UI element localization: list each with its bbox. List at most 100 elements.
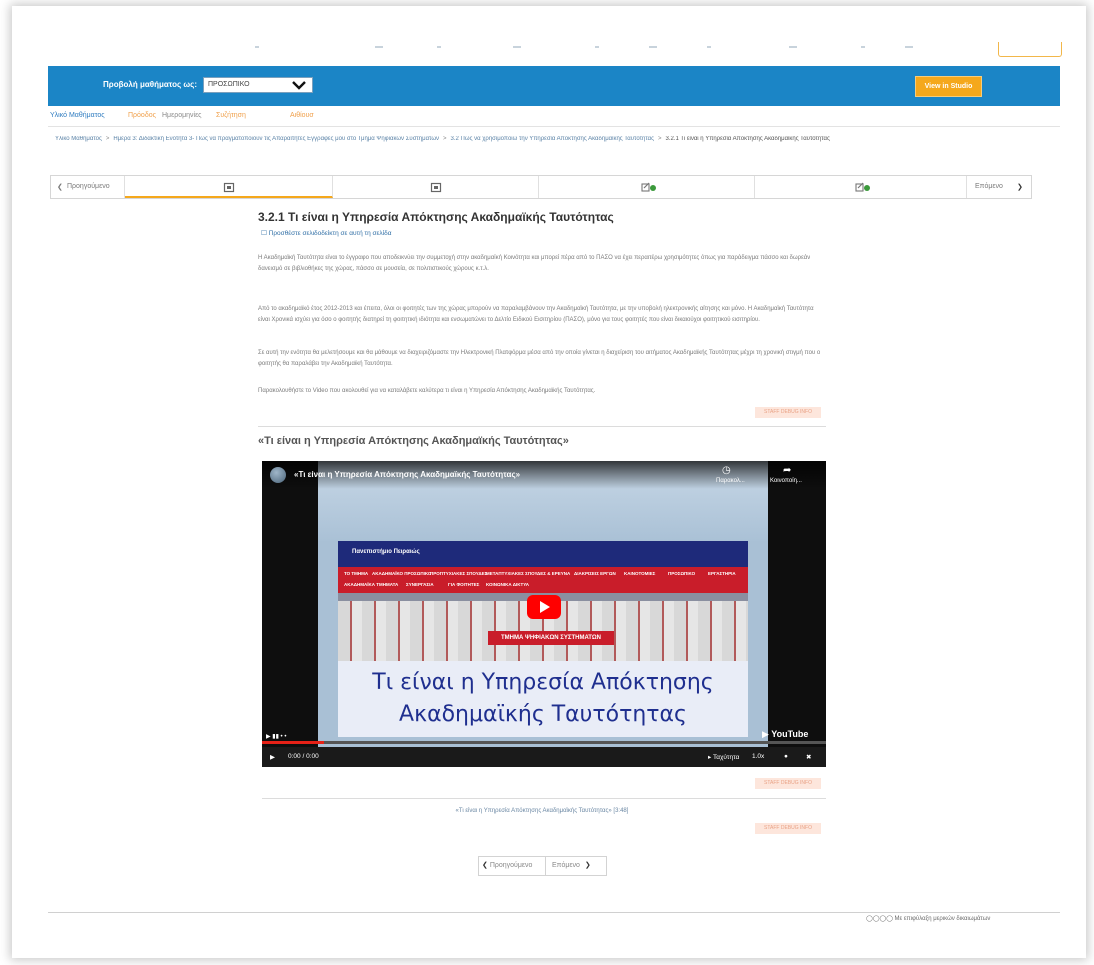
video-player[interactable]: Πανεπιστήμιο Πειραιώς ΤΟ ΤΜΗΜΑ ΑΚΑΔΗΜΑΪΚ… bbox=[262, 461, 826, 767]
breadcrumb-separator: > bbox=[105, 136, 110, 142]
site-menu-item: ΜΕΤΑΠΤΥΧΙΑΚΕΣ ΣΠΟΥΔΕΣ & ΕΡΕΥΝΑ bbox=[486, 571, 571, 576]
problem-complete-icon bbox=[854, 182, 870, 192]
youtube-play-icon: ▶ bbox=[762, 729, 769, 739]
view-in-studio-button[interactable]: View in Studio bbox=[915, 76, 982, 97]
course-tabs: Υλικό Μαθήματος Πρόοδος Ημερομηνίες Συζή… bbox=[48, 106, 1060, 127]
scrubber-time: ▶ ▮▮ • • bbox=[266, 734, 287, 740]
youtube-logo-text: YouTube bbox=[771, 729, 809, 739]
pager-next-label: Επόμενο bbox=[552, 862, 580, 869]
tab-discussion[interactable]: Συζήτηση bbox=[216, 112, 246, 119]
play-icon[interactable]: ▶ bbox=[270, 753, 275, 761]
tab-wiki[interactable]: Αιθίουσ bbox=[290, 112, 314, 119]
sequence-tab-unit-2[interactable] bbox=[333, 176, 539, 198]
tab-dates[interactable]: Ημερομηνίες bbox=[162, 112, 202, 119]
site-header: Πανεπιστήμιο Πειραιώς bbox=[338, 541, 748, 567]
transcript-label: Ταχύτητα bbox=[712, 754, 740, 761]
site-menu-item: ΠΡΟΣΩΠΙΚΟ bbox=[668, 571, 696, 576]
video-unit-icon bbox=[430, 182, 441, 193]
site-menu-item: ΓΙΑ ΦΟΙΤΗΤΕΣ bbox=[448, 582, 480, 587]
fullscreen-icon[interactable]: ✖ bbox=[806, 753, 811, 761]
divider bbox=[258, 426, 826, 427]
video-progress-fill bbox=[262, 741, 325, 744]
footer-divider bbox=[48, 912, 1060, 913]
channel-avatar[interactable] bbox=[270, 467, 286, 483]
chevron-left-icon: ❮ bbox=[482, 862, 488, 869]
breadcrumb-separator: > bbox=[443, 136, 447, 142]
tab-course[interactable]: Υλικό Μαθήματος bbox=[50, 112, 105, 119]
video-unit-icon bbox=[223, 182, 234, 193]
volume-icon[interactable]: ● bbox=[784, 753, 788, 760]
view-as-select[interactable]: ΠΡΟΣΩΠΙΚΟ bbox=[203, 77, 313, 93]
tab-progress[interactable]: Πρόοδος bbox=[128, 112, 156, 119]
department-label: ΤΜΗΜΑ ΨΗΦΙΑΚΩΝ ΣΥΣΤΗΜΑΤΩΝ bbox=[488, 631, 614, 645]
transcript-toggle[interactable]: ▸ Ταχύτητα bbox=[708, 753, 739, 761]
sequence-tab-unit-4[interactable] bbox=[755, 176, 967, 198]
sequence-next-button[interactable]: Επόμενο ❯ bbox=[967, 176, 1031, 198]
chevron-right-icon: ❯ bbox=[1017, 184, 1023, 191]
view-as-label: Προβολή μαθήματος ως: bbox=[103, 80, 197, 89]
paragraph: Παρακολουθήστε το Video που ακολουθεί γι… bbox=[258, 388, 596, 394]
speed-button[interactable]: 1.0x bbox=[752, 753, 764, 760]
sequence-tab-unit-1[interactable] bbox=[125, 176, 333, 198]
breadcrumb: Υλικό Μαθήματος > Ημέρα 3: Διδακτική Ενότη… bbox=[55, 136, 1035, 152]
sequence-next-label: Επόμενο bbox=[975, 183, 1003, 190]
site-menu-item: ΠΡΟΠΤΥΧΙΑΚΕΣ ΣΠΟΥΔΕΣ bbox=[430, 571, 488, 576]
breadcrumb-current: 3.2.1 Τι είναι η Υπηρεσία Απόκτησης Ακαδ… bbox=[665, 136, 830, 142]
creative-commons-icon: ◯◯◯◯ bbox=[866, 916, 893, 922]
site-menu-item: ΕΡΓΑΣΤΗΡΙΑ bbox=[708, 571, 736, 576]
share-button[interactable]: Κοινοποίη... bbox=[770, 478, 802, 484]
sequence-tab-unit-3[interactable] bbox=[539, 176, 755, 198]
watch-later-button[interactable]: Παρακολ... bbox=[716, 478, 745, 484]
divider bbox=[262, 798, 826, 799]
bookmark-label: Προσθέστε σελιδοδείκτη σε αυτή τη σελίδα bbox=[268, 230, 392, 237]
site-menu-item: ΚΟΙΝΩΝΙΚΑ ΔΙΚΤΥΑ bbox=[486, 582, 530, 587]
staff-debug-button[interactable]: STAFF DEBUG INFO bbox=[755, 823, 821, 834]
chevron-left-icon: ❮ bbox=[57, 184, 63, 191]
paragraph: Η Ακαδημαϊκή Ταυτότητα είναι το έγγραφο … bbox=[258, 255, 811, 272]
site-menu-item: ΣΥΝΕΡΓΑΣΙΑ bbox=[406, 582, 434, 587]
site-menu-item: ΑΚΑΔΗΜΑΪΚΟ ΠΡΟΣΩΠΙΚΟ bbox=[372, 571, 432, 576]
staff-debug-button[interactable]: STAFF DEBUG INFO bbox=[755, 778, 821, 789]
unit-title: 3.2.1 Τι είναι η Υπηρεσία Απόκτησης Ακαδ… bbox=[258, 210, 614, 224]
staff-debug-button[interactable]: STAFF DEBUG INFO bbox=[755, 407, 821, 418]
view-as-value: ΠΡΟΣΩΠΙΚΟ bbox=[208, 81, 250, 88]
bookmark-button[interactable]: ☐ Προσθέστε σελιδοδείκτη σε αυτή τη σελί… bbox=[261, 229, 391, 237]
video-progress-bar[interactable] bbox=[262, 741, 826, 744]
chevron-right-icon: ❯ bbox=[584, 862, 591, 869]
top-nav-strip bbox=[245, 43, 1025, 51]
video-transcript-link[interactable]: «Τι είναι η Υπηρεσία Απόκτησης Ακαδημαϊκ… bbox=[258, 808, 826, 814]
breadcrumb-link[interactable]: Ημέρα 3: Διδακτική Ενότητα 3- Πώς να πρα… bbox=[113, 136, 439, 142]
site-menu-item: ΔΙΑΚΡΙΣΕΙΣ ΕΡΓΩΝ bbox=[574, 571, 616, 576]
youtube-video-title[interactable]: «Τι είναι η Υπηρεσία Απόκτησης Ακαδημαϊκ… bbox=[294, 470, 520, 479]
footer-license[interactable]: ◯◯◯◯ Με επιφύλαξη μερικών δικαιωμάτων bbox=[866, 915, 990, 922]
license-label: Με επιφύλαξη μερικών δικαιωμάτων bbox=[894, 916, 991, 922]
video-time: 0:00 / 0:00 bbox=[288, 753, 319, 760]
pager-prev-button[interactable]: ❮ Προηγούμενο bbox=[478, 856, 546, 876]
paragraph: Σε αυτή την ενότητα θα μελετήσουμε και θ… bbox=[258, 350, 821, 367]
clock-icon: ◷ bbox=[722, 465, 731, 476]
chevron-down-icon bbox=[292, 81, 306, 90]
site-menu-item: ΤΟ ΤΜΗΜΑ bbox=[344, 571, 369, 576]
breadcrumb-separator: > bbox=[657, 136, 662, 142]
share-icon: ➦ bbox=[783, 465, 792, 476]
sequence-nav: ❮ Προηγούμενο Επόμενο ❯ bbox=[50, 175, 1032, 199]
breadcrumb-link[interactable]: 3.2 Πώς να χρησιμοποιώ την Υπηρεσία Απόκ… bbox=[451, 136, 654, 142]
pager-next-button[interactable]: Επόμενο ❯ bbox=[545, 856, 607, 876]
site-menu-item: ΚΑΙΝΟΤΟΜΙΕΣ bbox=[624, 571, 656, 576]
site-menu: ΤΟ ΤΜΗΜΑ ΑΚΑΔΗΜΑΪΚΟ ΠΡΟΣΩΠΙΚΟ ΠΡΟΠΤΥΧΙΑΚ… bbox=[338, 567, 748, 593]
sequence-prev-label: Προηγούμενο bbox=[67, 183, 110, 190]
bookmark-icon: ☐ bbox=[261, 230, 267, 237]
youtube-logo[interactable]: ▶ YouTube bbox=[762, 729, 808, 740]
breadcrumb-link[interactable]: Υλικό Μαθήματος bbox=[55, 136, 102, 142]
youtube-play-button[interactable] bbox=[527, 595, 561, 619]
sequence-prev-button[interactable]: ❮ Προηγούμενο bbox=[51, 176, 125, 198]
video-caption-text: Τι είναι η Υπηρεσία Απόκτησης Ακαδημαϊκή… bbox=[338, 661, 748, 737]
account-menu-button[interactable] bbox=[998, 42, 1062, 57]
site-menu-item: ΑΚΑΔΗΜΑΪΚΑ ΤΜΗΜΑΤΑ bbox=[344, 582, 399, 587]
video-heading: «Τι είναι η Υπηρεσία Απόκτησης Ακαδημαϊκ… bbox=[258, 435, 569, 447]
paragraph: Από το ακαδημαϊκό έτος 2012-2013 και έπε… bbox=[258, 306, 814, 323]
problem-complete-icon bbox=[640, 182, 656, 192]
pager-prev-label: Προηγούμενο bbox=[489, 862, 533, 869]
site-name: Πανεπιστήμιο Πειραιώς bbox=[352, 549, 420, 555]
video-controls: ▶ 0:00 / 0:00 ▸ Ταχύτητα 1.0x ● ✖ bbox=[262, 747, 826, 767]
